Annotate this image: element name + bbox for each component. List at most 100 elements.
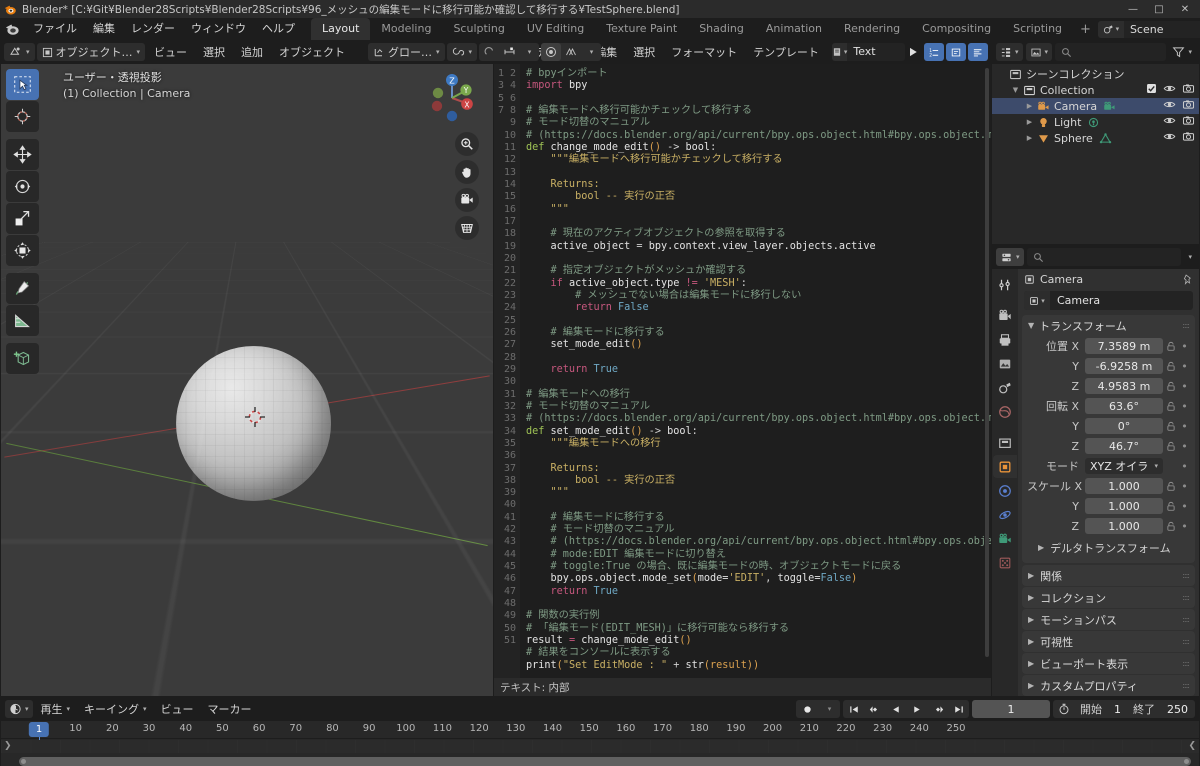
panel-3[interactable]: ▶ 可視性:::: [1022,631,1195,652]
menu-file[interactable]: ファイル [25,20,85,38]
lock-icon[interactable] [1163,421,1179,432]
chevron-right-icon[interactable]: ❯ [4,741,12,751]
world-icon[interactable] [993,400,1017,423]
chevron-down-icon[interactable]: ▾ [581,43,601,61]
timeline-menu-keying[interactable]: キーイング ▾ [78,700,153,718]
render-icon[interactable] [993,304,1017,327]
move-tool[interactable] [6,139,39,170]
hide-in-viewport-icon[interactable] [1163,82,1176,98]
disable-in-render-icon[interactable] [1182,130,1195,146]
location-z-row-value[interactable]: 4.9583 m [1085,378,1163,394]
jump-to-start-button[interactable] [843,700,864,718]
lock-icon[interactable] [1163,381,1179,392]
workspace-tab-uv-editing[interactable]: UV Editing [516,18,595,40]
animate-dot-icon[interactable]: • [1179,360,1190,373]
disable-in-render-icon[interactable] [1182,98,1195,114]
workspace-tab-layout[interactable]: Layout [311,18,371,40]
camera-icon[interactable] [455,188,479,212]
scale-y-row-value[interactable]: 1.000 [1085,498,1163,514]
menu-render[interactable]: レンダー [123,20,183,38]
scene-name[interactable]: Scene [1124,21,1200,38]
outliner-filter-button[interactable]: ▾ [1169,43,1195,61]
timeline-menu-marker[interactable]: マーカー [202,700,258,718]
add-workspace-button[interactable]: + [1073,19,1098,40]
close-button[interactable]: ✕ [1172,0,1198,18]
timeline-menu-playback[interactable]: 再生 ▾ [35,700,77,718]
syntax-highlight-toggle[interactable] [968,43,988,61]
outliner-row-シーンコレクション[interactable]: シーンコレクション [992,66,1199,82]
stopwatch-icon[interactable] [1053,703,1075,715]
chevron-left-icon[interactable]: ❮ [1188,741,1196,751]
start-frame-value[interactable]: 1 [1107,703,1128,716]
outliner-editor-type-selector[interactable]: ▾ [996,43,1023,61]
panel-5[interactable]: ▶ カスタムプロパティ:::: [1022,675,1195,696]
rotation-x-row-value[interactable]: 63.6° [1085,398,1163,414]
disable-in-render-icon[interactable] [1182,82,1195,98]
overlays-icon[interactable] [561,43,581,61]
current-frame-field[interactable]: 1 [972,700,1050,718]
text-menu-format[interactable]: フォーマット [664,43,744,61]
timeline-menu-view[interactable]: ビュー [155,700,200,718]
end-frame-value[interactable]: 250 [1160,703,1195,716]
workspace-tab-texture-paint[interactable]: Texture Paint [595,18,688,40]
snap-selector[interactable]: ▾ [446,43,478,61]
timeline-ruler[interactable]: 1 10 20 30 40 50 60 70 80 90 100 110 120 130 140 150 160… [1,721,1199,739]
annotate-tool[interactable] [6,273,39,304]
navigation-gizmo[interactable]: Z Y X [423,69,481,127]
transform-orientation-selector[interactable]: グロー… ▾ [368,43,445,61]
lock-icon[interactable] [1163,501,1179,512]
properties-search-input[interactable] [1026,248,1182,266]
code-text[interactable]: # bpyインポート import bpy # 編集モードへ移行可能かチェックし… [520,64,991,678]
chevron-down-icon[interactable]: ▼ [1010,86,1021,94]
scene-selector[interactable]: ▾ Scene ✕ [1097,20,1200,38]
hide-in-viewport-icon[interactable] [1163,114,1176,130]
location-y-row-value[interactable]: -6.9258 m [1085,358,1163,374]
chevron-right-icon[interactable]: ▶ [1024,134,1035,142]
interaction-mode-selector[interactable]: オブジェクト… ▾ [36,43,146,61]
hand-icon[interactable] [455,160,479,184]
delta-transform-subpanel[interactable]: ▶ デルタトランスフォーム [1032,538,1191,557]
maximize-button[interactable]: □ [1146,0,1172,18]
physics-icon[interactable] [993,503,1017,526]
hide-in-viewport-icon[interactable] [1163,98,1176,114]
text-menu-templates[interactable]: テンプレート [746,43,826,61]
play-reverse-button[interactable] [885,700,906,718]
panel-2[interactable]: ▶ モーションパス:::: [1022,609,1195,630]
outliner-tree[interactable]: シーンコレクション ▼ Collection ▶ Camera ▶ Light ▶ Sphere [992,64,1199,244]
workspace-tab-scripting[interactable]: Scripting [1002,18,1073,40]
animate-dot-icon[interactable]: • [1179,480,1190,493]
location-x-row-value[interactable]: 7.3589 m [1085,338,1163,354]
animate-dot-icon[interactable]: • [1179,500,1190,513]
lock-icon[interactable] [1163,441,1179,452]
measure-tool[interactable] [6,305,39,336]
add-cube-tool[interactable] [6,343,39,374]
menu-window[interactable]: ウィンドウ [183,20,254,38]
object-name-field[interactable]: Camera [1050,294,1100,307]
transform-tool[interactable] [6,235,39,266]
lock-icon[interactable] [1163,361,1179,372]
object-id-block[interactable]: ▾ Camera [1024,291,1193,310]
workspace-tab-compositing[interactable]: Compositing [911,18,1002,40]
viewport-menu-view[interactable]: ビュー [147,43,194,61]
workspace-tab-shading[interactable]: Shading [688,18,755,40]
exclude-checkbox[interactable] [1146,83,1157,97]
texture-icon[interactable] [993,551,1017,574]
viewport-menu-select[interactable]: 選択 [196,43,232,61]
lock-icon[interactable] [1163,401,1179,412]
timeline-body[interactable]: 1 10 20 30 40 50 60 70 80 90 100 110 120 130 140 150 160… [1,721,1199,766]
editor-type-selector[interactable]: ▾ [4,43,35,61]
line-numbers-toggle[interactable]: 12 [924,43,944,61]
viewport-canvas[interactable]: ユーザー・透視投影 (1) Collection | Camera Z Y X [1,64,493,696]
output-icon[interactable] [993,328,1017,351]
animate-dot-icon[interactable]: • [1179,400,1190,413]
object-data-camera-icon[interactable] [993,527,1017,550]
animate-dot-icon[interactable]: • [1179,440,1190,453]
animate-dot-icon[interactable]: • [1179,420,1190,433]
timeline-editor-type-selector[interactable]: ▾ [5,700,33,718]
outliner-row-collection[interactable]: ▼ Collection [992,82,1199,98]
blender-menu-icon[interactable] [4,21,21,37]
lock-icon[interactable] [1163,481,1179,492]
run-script-button[interactable] [907,43,919,61]
text-file-name[interactable]: Text [847,43,905,61]
object-icon[interactable] [993,455,1017,478]
